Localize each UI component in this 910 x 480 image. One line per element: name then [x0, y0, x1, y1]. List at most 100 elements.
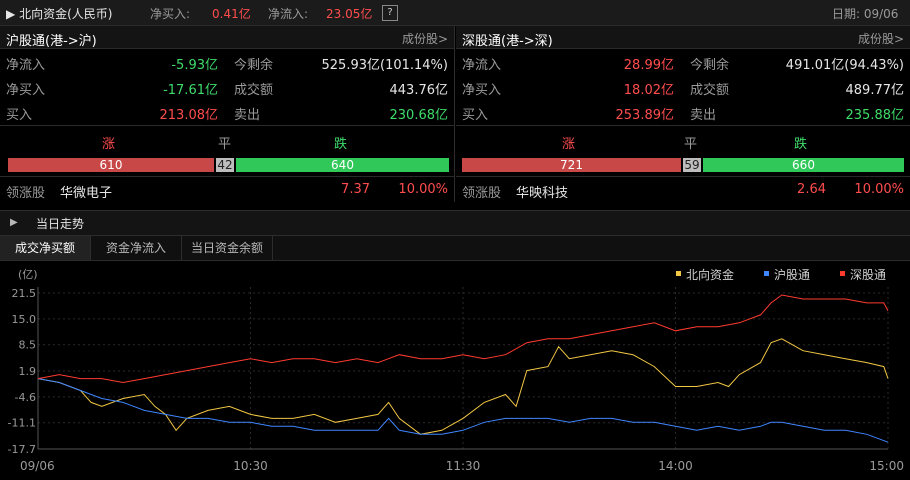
sh-value: 213.08亿	[159, 108, 219, 123]
date-label: 日期: 09/06	[832, 7, 899, 21]
sh-label: 买入	[6, 108, 33, 123]
sh-label: 净买入	[6, 83, 46, 98]
y-tick-label: 1.9	[19, 365, 37, 378]
sh-leader-row[interactable]: 领涨股 华微电子 7.37 10.00%	[0, 178, 454, 201]
x-tick-label: 09/06	[20, 459, 55, 473]
tab-net-buy[interactable]: 成交净买额	[0, 236, 91, 260]
sh-row-net-inflow: 净流入 -5.93亿 今剩余 525.93亿(101.14%)	[0, 50, 454, 74]
sz-value: 18.02亿	[623, 83, 674, 98]
net-buy-value: 0.41亿	[212, 7, 251, 21]
sh-leader-label: 领涨股	[6, 186, 46, 201]
triangle-right-icon: ▶	[6, 7, 16, 21]
y-unit-label: (亿)	[18, 268, 38, 281]
sz-value: 28.99亿	[623, 58, 674, 73]
sh-up-label: 涨	[102, 137, 116, 152]
tab-balance[interactable]: 当日资金余额	[182, 236, 273, 260]
sz-count-header: 涨 平 跌	[456, 130, 910, 152]
net-flow-label: 净流入:	[268, 7, 309, 21]
sh-leader-price: 7.37	[341, 182, 370, 197]
triangle-right-icon: ▶	[10, 217, 18, 228]
intraday-chart: (亿) 21.5 15.0 8.5 1.9 -4.6 -11.1 -17.7 09/06 10:3…	[0, 262, 910, 480]
sh-breadth-bar: 610 42 640	[8, 158, 449, 172]
sh-value: 230.68亿	[389, 108, 449, 123]
sz-value: 491.01亿(94.43%)	[785, 58, 904, 73]
divider	[0, 176, 454, 177]
sz-breadth-bar: 721 59 660	[462, 158, 904, 172]
sz-panel-title: 深股通(港->深)	[462, 34, 553, 49]
legend-swatch	[840, 271, 845, 276]
sh-panel-title: 沪股通(港->沪)	[6, 34, 97, 49]
sh-count-header: 涨 平 跌	[0, 130, 454, 152]
sh-label: 卖出	[234, 108, 261, 123]
sh-row-net-buy: 净买入 -17.61亿 成交额 443.76亿	[0, 75, 454, 99]
y-tick-label: 8.5	[19, 339, 37, 352]
northbound-title[interactable]: ▶ 北向资金(人民币)	[6, 5, 112, 22]
sh-leader-name[interactable]: 华微电子	[60, 182, 112, 201]
northbound-title-text: 北向资金(人民币)	[19, 7, 113, 21]
legend-label: 北向资金	[686, 267, 734, 282]
legend-label: 深股通	[850, 268, 886, 282]
sh-constituents-link[interactable]: 成份股>	[402, 30, 448, 47]
y-tick-label: -4.6	[15, 391, 36, 404]
sz-label: 净流入	[462, 58, 502, 73]
sh-flat-label: 平	[218, 137, 232, 152]
x-tick-label: 11:30	[446, 459, 481, 473]
tab-net-inflow[interactable]: 资金净流入	[91, 236, 182, 260]
divider	[456, 125, 910, 126]
sz-row-net-inflow: 净流入 28.99亿 今剩余 491.01亿(94.43%)	[456, 50, 910, 74]
sz-flat-label: 平	[684, 137, 698, 152]
sz-leader-price: 2.64	[797, 182, 826, 197]
sh-value: -17.61亿	[163, 83, 218, 98]
net-buy-label: 净买入:	[150, 7, 191, 21]
sz-value: 235.88亿	[845, 108, 905, 123]
sz-label: 卖出	[690, 108, 717, 123]
top-bar: ▶ 北向资金(人民币) 净买入: 0.41亿 净流入: 23.05亿 ? 日期:…	[0, 0, 910, 26]
sz-row-net-buy: 净买入 18.02亿 成交额 489.77亿	[456, 75, 910, 99]
legend-swatch	[676, 271, 681, 276]
divider	[0, 125, 454, 126]
sz-label: 买入	[462, 108, 489, 123]
sz-flat-bar: 59	[683, 158, 701, 172]
y-tick-label: 21.5	[12, 287, 37, 300]
sh-value: 443.76亿	[389, 83, 449, 98]
x-tick-label: 10:30	[233, 459, 268, 473]
trend-title: 当日走势	[36, 217, 85, 231]
sh-down-label: 跌	[334, 137, 348, 152]
sz-leader-label: 领涨股	[462, 186, 502, 201]
sz-panel-header: 深股通(港->深) 成份股>	[456, 26, 910, 49]
sh-up-bar: 610	[8, 158, 214, 172]
sh-label: 净流入	[6, 58, 46, 73]
sz-row-buy-sell: 买入 253.89亿 卖出 235.88亿	[456, 100, 910, 124]
chart-tabs: 成交净买额 资金净流入 当日资金余额	[0, 236, 910, 261]
y-tick-label: -11.1	[8, 417, 36, 430]
sz-value: 489.77亿	[845, 83, 905, 98]
sh-value: 525.93亿(101.14%)	[321, 58, 448, 73]
sh-leader-pct: 10.00%	[398, 182, 448, 197]
trend-header[interactable]: ▶ 当日走势	[0, 210, 910, 236]
sh-flat-bar: 42	[216, 158, 234, 172]
legend-label: 沪股通	[774, 268, 810, 282]
sz-leader-row[interactable]: 领涨股 华映科技 2.64 10.00%	[456, 178, 910, 201]
sz-connect-panel: 深股通(港->深) 成份股> 净流入 28.99亿 今剩余 491.01亿(94…	[456, 26, 910, 202]
sz-up-label: 涨	[562, 137, 576, 152]
net-flow-value: 23.05亿	[326, 7, 373, 21]
intraday-chart-svg: (亿) 21.5 15.0 8.5 1.9 -4.6 -11.1 -17.7 09/06 10:3…	[8, 267, 904, 473]
sz-constituents-link[interactable]: 成份股>	[858, 30, 904, 47]
sh-value: -5.93亿	[171, 58, 218, 73]
legend-swatch	[764, 271, 769, 276]
x-tick-label: 15:00	[869, 459, 904, 473]
help-button[interactable]: ?	[382, 5, 398, 21]
divider	[456, 176, 910, 177]
sz-leader-name[interactable]: 华映科技	[516, 182, 568, 201]
y-tick-label: 15.0	[12, 313, 37, 326]
sh-row-buy-sell: 买入 213.08亿 卖出 230.68亿	[0, 100, 454, 124]
x-tick-label: 14:00	[658, 459, 693, 473]
sz-label: 今剩余	[690, 58, 730, 73]
sz-up-bar: 721	[462, 158, 681, 172]
sh-label: 成交额	[234, 83, 274, 98]
sh-label: 今剩余	[234, 58, 274, 73]
sh-panel-header: 沪股通(港->沪) 成份股>	[0, 26, 454, 49]
y-tick-label: -17.7	[8, 443, 36, 456]
sz-label: 成交额	[690, 83, 730, 98]
sz-value: 253.89亿	[615, 108, 675, 123]
